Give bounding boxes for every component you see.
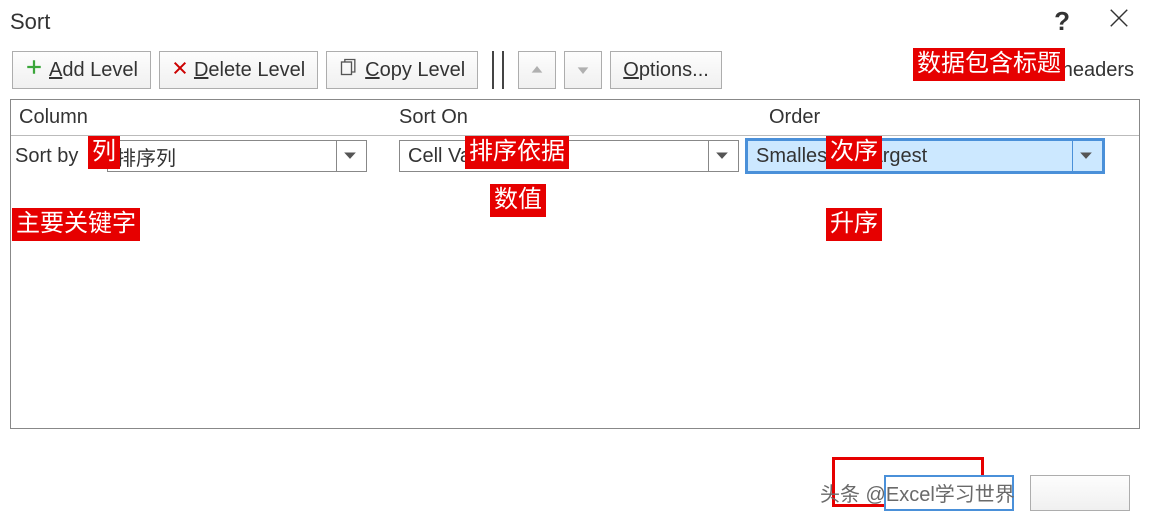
x-icon: [172, 59, 188, 82]
delete-level-label: Delete Level: [194, 59, 305, 82]
chevron-down-icon: [708, 141, 734, 171]
anno-sorton: 排序依据: [465, 136, 569, 169]
column-dropdown[interactable]: 排序列: [107, 140, 367, 172]
grid-header: Column Sort On Order: [11, 100, 1139, 136]
add-level-button[interactable]: Add Level: [12, 51, 151, 89]
anno-order: 次序: [826, 136, 882, 169]
anno-ordervalue: 升序: [826, 208, 882, 241]
chevron-up-icon: [529, 62, 545, 78]
anno-cellvalues: 数值: [490, 184, 546, 217]
anno-headers: 数据包含标题: [913, 48, 1065, 81]
titlebar: Sort ?: [0, 0, 1150, 41]
order-dropdown[interactable]: Smallest to Largest: [747, 140, 1103, 172]
sort-levels-grid: Column Sort On Order Sort by 排序列 Cell Va…: [10, 99, 1140, 429]
column-dropdown-value: 排序列: [116, 142, 176, 171]
plus-icon: [25, 58, 43, 82]
chevron-down-icon: [336, 141, 362, 171]
options-label: Options...: [623, 59, 709, 82]
sort-dialog: Sort ? Add Level Delete Level Copy Level: [0, 0, 1150, 523]
watermark: 头条 @Excel学习世界: [820, 478, 1015, 507]
copy-level-label: Copy Level: [365, 59, 465, 82]
close-icon[interactable]: [1108, 7, 1130, 36]
column-field: 排序列: [107, 140, 367, 172]
sort-level-row: Sort by 排序列 Cell Values Smallest to Larg…: [11, 136, 1139, 176]
titlebar-controls: ?: [1054, 6, 1130, 37]
help-icon[interactable]: ?: [1054, 6, 1070, 37]
col-header-column: Column: [11, 100, 391, 135]
sorton-dropdown[interactable]: Cell Values: [399, 140, 739, 172]
cancel-button[interactable]: [1030, 475, 1130, 511]
options-button[interactable]: Options...: [610, 51, 722, 89]
col-header-sorton: Sort On: [391, 100, 761, 135]
chevron-down-icon: [575, 62, 591, 78]
dialog-title: Sort: [10, 9, 1054, 35]
anno-sortby: 主要关键字: [12, 208, 140, 241]
divider-icon: [502, 51, 504, 89]
copy-icon: [339, 57, 359, 83]
col-header-order: Order: [761, 100, 1139, 135]
move-down-button[interactable]: [564, 51, 602, 89]
divider-icon: [492, 51, 494, 89]
copy-level-button[interactable]: Copy Level: [326, 51, 478, 89]
chevron-down-icon: [1072, 141, 1098, 171]
add-level-label: Add Level: [49, 59, 138, 82]
order-field: Smallest to Largest: [739, 140, 1103, 172]
move-up-button[interactable]: [518, 51, 556, 89]
delete-level-button[interactable]: Delete Level: [159, 51, 318, 89]
anno-column: 列: [88, 136, 120, 169]
